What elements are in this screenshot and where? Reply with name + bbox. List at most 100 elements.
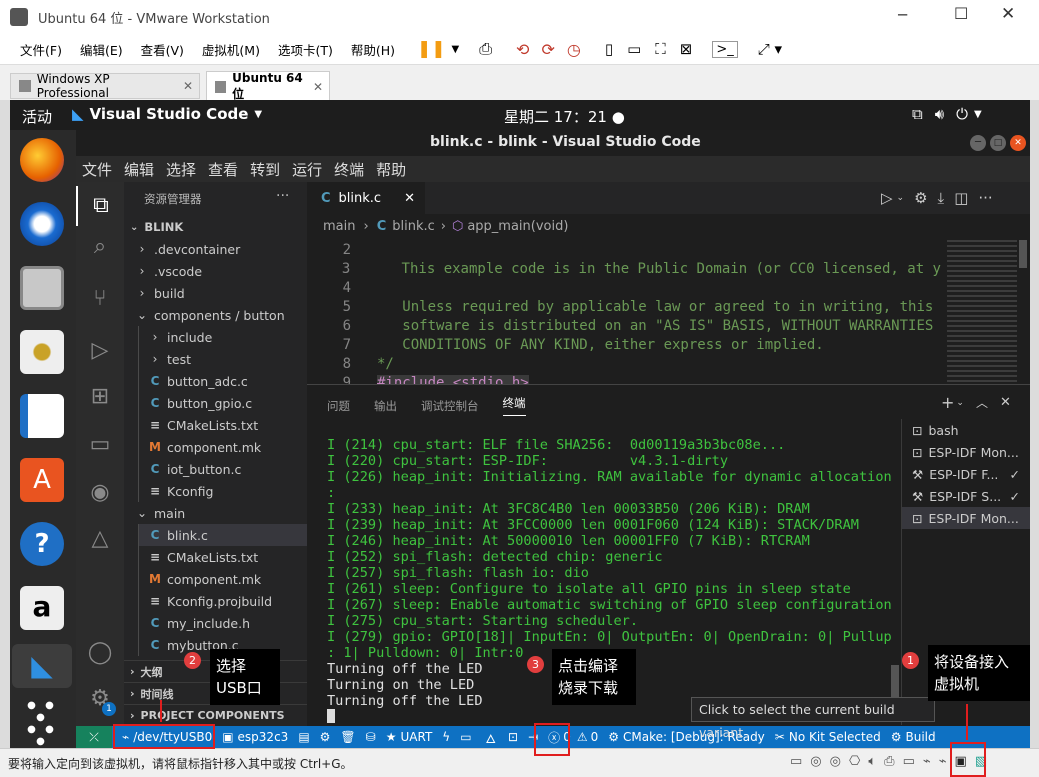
tree-folder[interactable]: › include [138, 326, 307, 348]
files-icon[interactable] [20, 266, 64, 310]
vs-menu-run[interactable]: 运行 [292, 159, 322, 180]
chevron-down-icon[interactable]: ⌄ [956, 398, 964, 408]
tree-file[interactable]: Cmy_include.h [138, 612, 307, 634]
minimize-icon[interactable]: ─ [970, 135, 986, 151]
pause-icon[interactable]: ❚❚ [417, 39, 446, 59]
build-button[interactable]: ⚙ Build [891, 730, 936, 744]
tree-file[interactable]: Mcomponent.mk [138, 568, 307, 590]
firefox-icon[interactable] [20, 138, 64, 182]
scrollbar-thumb[interactable] [1019, 240, 1027, 268]
vs-menu-selection[interactable]: 选择 [166, 159, 196, 180]
writer-icon[interactable] [20, 394, 64, 438]
thumbnail-icon[interactable]: ▭ [627, 40, 641, 58]
chevron-down-icon[interactable]: ⌄ [897, 193, 905, 203]
remote-indicator[interactable]: ⤫ [76, 726, 112, 748]
tab-windows-xp[interactable]: Windows XP Professional ✕ [10, 72, 200, 100]
terminal-list-item[interactable]: ⊡ ESP-IDF Mon... [902, 441, 1030, 463]
vs-menu-go[interactable]: 转到 [250, 159, 280, 180]
breadcrumb-folder[interactable]: main [323, 219, 355, 234]
thunderbird-icon[interactable] [20, 202, 64, 246]
activities-button[interactable]: 活动 [22, 106, 52, 127]
display-icon[interactable]: ▭ [903, 754, 915, 769]
tab-close-icon[interactable]: ✕ [313, 80, 323, 94]
usb-icon[interactable]: ⌁ [923, 754, 931, 769]
close-panel-icon[interactable]: ✕ [1000, 395, 1011, 410]
fullscreen-icon[interactable]: ⛶ [655, 40, 666, 58]
explorer-root[interactable]: ⌄ BLINK [124, 216, 307, 238]
snapshot-manager-icon[interactable]: ◷ [567, 40, 581, 59]
tab-output[interactable]: 输出 [374, 398, 397, 414]
help-icon[interactable]: ? [20, 522, 64, 566]
editor-tab-blink[interactable]: C blink.c ✕ [307, 182, 425, 214]
kit-selector[interactable]: ✂ No Kit Selected [775, 730, 881, 744]
cd-icon[interactable]: ◎ [810, 754, 821, 769]
menuconfig-gear-icon[interactable]: ⚙ [320, 730, 331, 744]
tab-ubuntu[interactable]: Ubuntu 64 位 ✕ [206, 71, 330, 101]
maximize-icon[interactable]: □ [990, 135, 1006, 151]
breadcrumb-file[interactable]: blink.c [392, 219, 435, 234]
tree-folder[interactable]: › .devcontainer [124, 238, 307, 260]
tree-folder[interactable]: ⌄ main [124, 502, 307, 524]
full-clean-trash-icon[interactable]: 🗑︎ [340, 730, 355, 744]
system-tray[interactable]: ⧉ 🔊︎ ⏻ ▼ [912, 105, 982, 123]
more-actions-icon[interactable]: ··· [276, 188, 289, 204]
close-icon[interactable]: ✕ [1001, 4, 1015, 24]
monitor-icon[interactable]: ▭ [460, 730, 471, 744]
source-control-icon[interactable]: ⑂ [76, 286, 124, 311]
tree-file[interactable]: Cbutton_adc.c [138, 370, 307, 392]
send-keys-icon[interactable]: ⎙ [479, 39, 492, 59]
download-icon[interactable]: ⤓ [938, 189, 945, 207]
app-menu[interactable]: ◣ Visual Studio Code ▼ [72, 105, 262, 123]
menu-tabs[interactable]: 选项卡(T) [278, 40, 333, 59]
menu-view[interactable]: 查看(V) [141, 40, 184, 59]
run-debug-icon[interactable]: ▷ [76, 338, 124, 363]
tab-debug-console[interactable]: 调试控制台 [421, 398, 479, 414]
close-icon[interactable]: ✕ [1010, 135, 1026, 151]
cmake-icon[interactable]: △ [76, 526, 124, 551]
cd-icon[interactable]: ◎ [830, 754, 841, 769]
database-icon[interactable]: ⛁ [366, 730, 376, 744]
tree-file[interactable]: Ciot_button.c [138, 458, 307, 480]
tree-file[interactable]: ≡ Kconfig.projbuild [138, 590, 307, 612]
console-view-icon[interactable]: >_ [712, 40, 738, 58]
new-terminal-icon[interactable]: + [941, 393, 954, 412]
menu-help[interactable]: 帮助(H) [351, 40, 395, 59]
tree-file[interactable]: ≡ Kconfig [138, 480, 307, 502]
run-icon[interactable]: ▷ [881, 189, 893, 207]
tree-folder[interactable]: ⌄ components / button [124, 304, 307, 326]
software-icon[interactable]: A [20, 458, 64, 502]
breadcrumb-symbol[interactable]: app_main(void) [467, 219, 568, 234]
vs-menu-file[interactable]: 文件 [82, 159, 112, 180]
vs-menu-terminal[interactable]: 终端 [334, 159, 364, 180]
tree-folder[interactable]: › .vscode [124, 260, 307, 282]
explorer-icon[interactable]: ⧉ [76, 186, 124, 226]
project-components-section[interactable]: › PROJECT COMPONENTS [124, 704, 307, 726]
rhythmbox-icon[interactable] [20, 330, 64, 374]
more-actions-icon[interactable]: ··· [978, 189, 992, 207]
menu-vm[interactable]: 虚拟机(M) [202, 40, 260, 59]
sdk-config-icon[interactable]: ▤ [298, 730, 309, 744]
tab-terminal[interactable]: 终端 [502, 395, 526, 416]
split-editor-icon[interactable]: ◫ [954, 189, 968, 207]
vscode-dock-icon[interactable]: ◣ [12, 644, 72, 688]
remote-explorer-icon[interactable]: ▭ [76, 432, 124, 457]
esp-idf-icon[interactable]: ◉ [76, 480, 124, 505]
maximize-panel-icon[interactable]: ︿ [976, 394, 988, 411]
snapshot-icon[interactable]: ⟲ [516, 40, 529, 59]
account-icon[interactable]: ◯ [76, 640, 124, 665]
amazon-icon[interactable]: a [20, 586, 64, 630]
network-adapter-icon[interactable]: ⎔ [849, 754, 860, 769]
target-selector[interactable]: ▣ esp32c3 [222, 730, 288, 744]
menu-file[interactable]: 文件(F) [20, 40, 62, 59]
printer-icon[interactable]: ⎙ [884, 754, 894, 769]
vs-menu-help[interactable]: 帮助 [376, 159, 406, 180]
tree-file[interactable]: ≡ CMakeLists.txt [138, 546, 307, 568]
flash-method-selector[interactable]: ★ UART [386, 730, 433, 744]
terminal-list-item[interactable]: ⊡ bash [902, 419, 1030, 441]
terminal-list-item[interactable]: ⊡ ESP-IDF Mon... [902, 507, 1030, 529]
tree-file[interactable]: Cblink.c [138, 524, 307, 546]
flash-bolt-icon[interactable]: ϟ [442, 730, 450, 744]
menu-edit[interactable]: 编辑(E) [80, 40, 123, 59]
tree-file[interactable]: ≡ CMakeLists.txt [138, 414, 307, 436]
build-flash-monitor-flame-icon[interactable]: 🜂 [486, 725, 497, 750]
